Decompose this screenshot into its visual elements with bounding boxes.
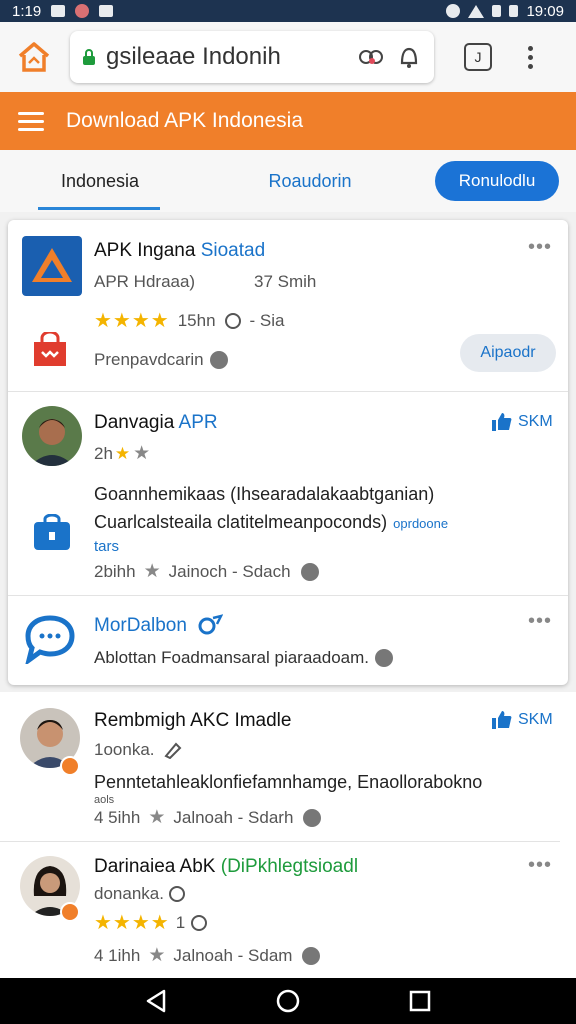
avatar (22, 406, 82, 466)
browser-toolbar: gsileaae Indonih J (0, 22, 576, 92)
app-title: Darinaiea AbK (DiPkhlegtsioadl (94, 856, 359, 877)
more-icon[interactable]: ••• (528, 610, 552, 633)
list-item[interactable]: Rembmigh AKC Imadle SKM 1oonka. Pennteta… (0, 692, 560, 842)
developer-name: Prenpavdcarin (94, 350, 228, 370)
list-item[interactable]: MorDalbon ••• Ablottan Foadmansaral piar… (8, 596, 568, 685)
comment-icon (168, 886, 185, 902)
signal-icon (492, 5, 502, 17)
app-subtitle: donanka. (94, 884, 186, 904)
app-subtitle: 1oonka. (94, 740, 183, 760)
back-icon[interactable] (142, 987, 170, 1015)
app-title: Rembmigh AKC Imadle (94, 710, 292, 731)
site-title: Download APK Indonesia (66, 109, 303, 132)
verified-badge-icon (60, 756, 80, 776)
list-item[interactable]: APK Ingana Sioatad ••• APR Hdraaa) 37 Sm… (8, 220, 568, 392)
reader-icon[interactable] (358, 44, 384, 70)
rating-stars: ★ (114, 443, 132, 463)
comment-icon (224, 312, 241, 329)
recents-icon[interactable] (406, 987, 434, 1015)
edit-icon (163, 742, 181, 759)
meta-row: 4 5ihh ★ Jalnoah - Sdarh (94, 806, 322, 829)
heart-icon (209, 351, 228, 369)
tags-link[interactable]: tars (94, 538, 119, 555)
rating-row: 2h ★ ★ (94, 443, 151, 464)
featured-card: APK Ingana Sioatad ••• APR Hdraaa) 37 Sm… (8, 220, 568, 685)
star-icon: ★ (148, 807, 166, 828)
notification-bell-icon[interactable] (396, 44, 422, 70)
app-subtitle: APR Hdraaa) (94, 272, 196, 291)
install-button[interactable]: Aipaodr (460, 334, 556, 372)
tab-count: J (474, 49, 482, 65)
nav-action-button[interactable]: Ronulodlu (435, 161, 559, 201)
message-icon (99, 5, 114, 17)
rating-stars: ★★★★ (94, 310, 170, 332)
chat-bubble-icon (25, 615, 75, 664)
star-icon: ★ (148, 945, 166, 966)
more-icon[interactable]: ••• (528, 236, 552, 259)
menu-icon[interactable] (18, 111, 44, 131)
battery-icon (509, 5, 519, 17)
app-title: Danvagia APR (94, 412, 218, 433)
like-button[interactable]: SKM (490, 412, 553, 432)
home-circle-icon[interactable] (274, 987, 302, 1015)
status-time-left: 1:19 (12, 2, 42, 20)
rating-row: ★★★★ 15hn - Sia (94, 308, 285, 333)
url-text: gsileaae Indonih (106, 43, 281, 70)
rating-stars: ★★★★ (94, 912, 170, 934)
app-title: APK Ingana Sioatad (94, 240, 266, 261)
tabs-icon[interactable]: J (464, 43, 492, 71)
app-description: Ablottan Foadmansaral piaraadoam. (94, 648, 393, 668)
heart-icon (303, 808, 322, 827)
meta-row: 4 1ihh ★ Jalnoah - Sdam (94, 944, 321, 967)
heart-icon (300, 562, 319, 581)
rating-text: 15hn (177, 310, 216, 330)
meta-row: 2bihh ★ Jainoch - Sdach (94, 560, 319, 583)
gear-icon (198, 614, 223, 635)
rating-extra: - Sia (249, 310, 285, 330)
apk-app-icon (22, 236, 82, 296)
status-bar: 1:19 19:09 (0, 0, 576, 22)
rating-row: ★★★★ 1 (94, 910, 208, 935)
address-bar[interactable]: gsileaae Indonih (70, 31, 434, 83)
app-description-2: Cuarlcalsteaila clatitelmeanpoconds) opr… (94, 512, 449, 532)
thumbs-up-icon (492, 711, 512, 729)
thumbs-up-icon (492, 413, 512, 431)
heart-icon (302, 946, 321, 965)
shop-bag-icon (34, 332, 66, 366)
more-options-icon[interactable] (528, 45, 533, 69)
like-button[interactable]: SKM (490, 710, 553, 730)
verified-badge-icon (60, 902, 80, 922)
heart-icon (375, 649, 393, 667)
home-icon[interactable] (14, 37, 54, 77)
empty-star-icon: ★ (133, 443, 151, 464)
alarm-icon (446, 4, 461, 18)
app-description: Goannhemikaas (Ihsearadalakaabtganian) (94, 484, 435, 504)
lock-icon (83, 49, 95, 65)
status-time-right: 19:09 (526, 2, 564, 20)
nav-tabs: Indonesia Roaudorin Ronulodlu (0, 150, 576, 212)
app-title: MorDalbon (94, 614, 223, 638)
wifi-icon (468, 4, 485, 18)
system-nav-bar (0, 978, 576, 1024)
notification-icon (51, 5, 66, 17)
list-item[interactable]: Danvagia APR SKM 2h ★ ★ Goannhemikaas (I… (8, 392, 568, 596)
app-description: Penntetahleaklonfiefamnhamge, Enaollorab… (94, 772, 483, 792)
app-list: Rembmigh AKC Imadle SKM 1oonka. Pennteta… (0, 692, 576, 978)
tab-indonesia[interactable]: Indonesia (0, 150, 200, 212)
desc-link[interactable]: oprdoone (393, 516, 448, 531)
site-header: Download APK Indonesia (0, 92, 576, 150)
app-notification-icon (75, 4, 90, 18)
more-icon[interactable]: ••• (528, 854, 552, 877)
info-icon (191, 914, 208, 931)
app-size: 37 Smih (254, 272, 317, 291)
tab-secondary[interactable]: Roaudorin (200, 150, 420, 212)
star-icon: ★ (143, 561, 161, 582)
app-description-small: aols (94, 794, 115, 806)
bag-icon (34, 514, 70, 550)
list-item[interactable]: Darinaiea AbK (DiPkhlegtsioadl ••• donan… (0, 842, 560, 978)
